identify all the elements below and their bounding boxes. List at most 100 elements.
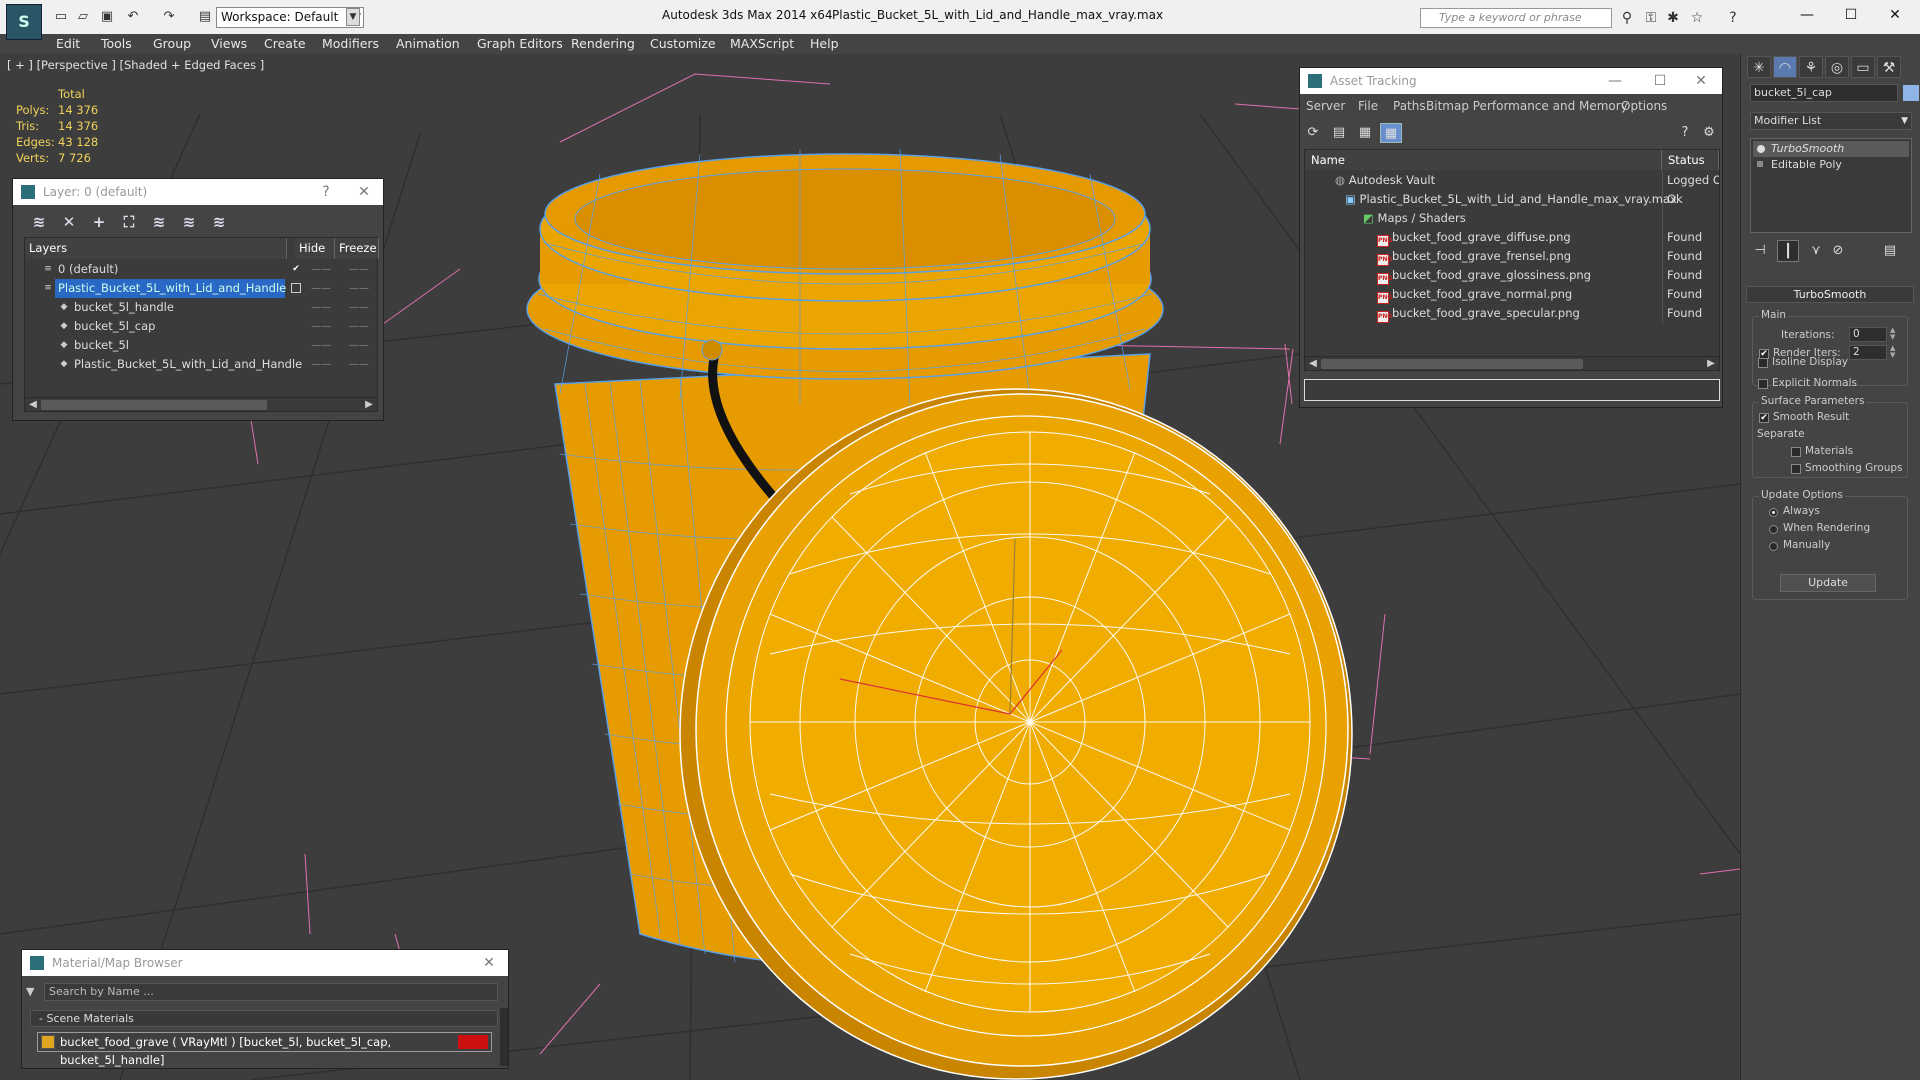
communication-icon[interactable]: ✱ [1664, 9, 1682, 27]
redo-icon[interactable]: ↷ [160, 8, 178, 26]
close-icon[interactable]: ✕ [474, 952, 504, 974]
open-file-icon[interactable]: ▱ [74, 8, 92, 26]
search-input[interactable]: Type a keyword or phrase [1420, 8, 1612, 28]
menu-rendering[interactable]: Rendering [571, 36, 635, 51]
menu-help[interactable]: Help [810, 36, 839, 51]
layer-horizontal-scrollbar[interactable]: ◀ ▶ [25, 397, 377, 411]
scroll-thumb[interactable] [1321, 359, 1583, 369]
asset-path-field[interactable] [1304, 379, 1720, 401]
asset-row[interactable]: ▣ Plastic_Bucket_5L_with_Lid_and_Handle_… [1305, 190, 1719, 209]
asset-row[interactable]: ◩ Maps / Shaders [1305, 209, 1719, 228]
materials-checkbox[interactable] [1791, 447, 1801, 457]
menu-group[interactable]: Group [153, 36, 191, 51]
layer-row[interactable]: ◆ Plastic_Bucket_5L_with_Lid_and_Handle … [25, 355, 377, 374]
modifier-list-dropdown[interactable]: Modifier List ▼ [1750, 112, 1912, 130]
settings-icon[interactable]: ⚙ [1698, 123, 1720, 143]
menu-bitmap-performance[interactable]: Bitmap Performance and Memory [1426, 99, 1628, 113]
stack-item-editable-poly[interactable]: Editable Poly [1753, 157, 1909, 173]
table-view-icon[interactable]: ▦ [1354, 123, 1376, 143]
freeze-toggle[interactable]: —— [349, 298, 369, 317]
close-icon[interactable]: ✕ [1686, 70, 1716, 92]
material-browser-titlebar[interactable]: Material/Map Browser ✕ [22, 950, 508, 976]
hide-toggle[interactable]: —— [311, 355, 331, 374]
binoculars-icon[interactable]: ⚲ [1618, 9, 1636, 27]
hide-toggle[interactable]: —— [311, 317, 331, 336]
layer-row[interactable]: ≡ 0 (default) ✔ —— —— [25, 260, 377, 279]
help-icon[interactable]: ? [1724, 9, 1742, 27]
col-status[interactable]: Status [1662, 150, 1719, 170]
modify-tab-icon[interactable]: ◠ [1773, 56, 1797, 78]
material-item[interactable]: bucket_food_grave ( VRayMtl ) [bucket_5l… [37, 1032, 492, 1067]
col-layers[interactable]: Layers [25, 238, 287, 259]
scroll-left-icon[interactable]: ◀ [27, 398, 39, 412]
show-end-result-icon[interactable]: ┃ [1777, 240, 1799, 262]
layer-stack-icon[interactable]: ≋ [27, 212, 51, 232]
asset-horizontal-scrollbar[interactable]: ◀ ▶ [1305, 356, 1719, 370]
asset-row[interactable]: PNGbucket_food_grave_normal.png Found [1305, 285, 1719, 304]
subscription-icon[interactable]: ⚿ [1642, 9, 1660, 27]
col-freeze[interactable]: Freeze [335, 238, 379, 259]
freeze-all-layers-icon[interactable]: ≋ [207, 212, 231, 232]
search-options-icon[interactable]: ▼ [26, 985, 34, 998]
workspace-dropdown[interactable]: Workspace: Default ▼ [216, 7, 364, 28]
hide-toggle[interactable]: —— [311, 336, 331, 355]
display-tab-icon[interactable]: ▭ [1851, 56, 1875, 78]
menu-animation[interactable]: Animation [396, 36, 460, 51]
delete-layer-icon[interactable]: ✕ [57, 212, 81, 232]
explicit-normals-checkbox[interactable] [1758, 379, 1768, 389]
hierarchy-tab-icon[interactable]: ⚘ [1799, 56, 1823, 78]
lightbulb-icon[interactable] [1757, 145, 1765, 153]
motion-tab-icon[interactable]: ◎ [1825, 56, 1849, 78]
layer-row[interactable]: ◆ bucket_5l_cap —— —— [25, 317, 377, 336]
when-rendering-radio[interactable] [1769, 525, 1778, 534]
scene-materials-group[interactable]: - Scene Materials [30, 1010, 498, 1027]
manually-radio[interactable] [1769, 542, 1778, 551]
refresh-icon[interactable]: ⟳ [1302, 123, 1324, 143]
favorites-star-icon[interactable]: ☆ [1688, 9, 1706, 27]
layer-row[interactable]: ≡ Plastic_Bucket_5L_with_Lid_and_Handle … [25, 279, 377, 298]
help-icon[interactable]: ? [1674, 123, 1696, 143]
menu-edit[interactable]: Edit [56, 36, 80, 51]
menu-graph-editors[interactable]: Graph Editors [477, 36, 563, 51]
app-logo-icon[interactable]: S [6, 4, 42, 40]
scroll-left-icon[interactable]: ◀ [1307, 357, 1319, 371]
select-in-layer-icon[interactable]: ⛶ [117, 212, 141, 232]
current-layer-checkbox[interactable] [291, 283, 301, 293]
asset-dialog-titlebar[interactable]: Asset Tracking — ☐ ✕ [1300, 68, 1722, 94]
close-icon[interactable]: ✕ [349, 181, 379, 203]
layer-row[interactable]: ◆ bucket_5l_handle —— —— [25, 298, 377, 317]
material-scrollbar[interactable] [500, 1008, 508, 1066]
maximize-icon[interactable]: ☐ [1836, 4, 1866, 26]
configure-sets-icon[interactable]: ▤ [1879, 240, 1901, 262]
asset-row[interactable]: PNGbucket_food_grave_glossiness.png Foun… [1305, 266, 1719, 285]
freeze-toggle[interactable]: —— [349, 260, 369, 279]
scroll-right-icon[interactable]: ▶ [363, 398, 375, 412]
layer-row[interactable]: ◆ bucket_5l —— —— [25, 336, 377, 355]
col-hide[interactable]: Hide [295, 238, 335, 259]
freeze-toggle[interactable]: —— [349, 279, 369, 298]
menu-tools[interactable]: Tools [101, 36, 132, 51]
material-search-input[interactable]: Search by Name ... [44, 983, 498, 1001]
highlight-layer-icon[interactable]: ≋ [147, 212, 171, 232]
menu-create[interactable]: Create [264, 36, 306, 51]
help-icon[interactable]: ? [311, 181, 341, 203]
menu-modifiers[interactable]: Modifiers [322, 36, 379, 51]
freeze-toggle[interactable]: —— [349, 317, 369, 336]
menu-file[interactable]: File [1358, 99, 1378, 113]
minimize-icon[interactable]: — [1600, 70, 1630, 92]
list-view-icon[interactable]: ▤ [1328, 123, 1350, 143]
viewport-label[interactable]: [ + ] [Perspective ] [Shaded + Edged Fac… [7, 58, 264, 72]
smooth-result-checkbox[interactable]: ✔ [1759, 413, 1769, 423]
hide-all-layers-icon[interactable]: ≋ [177, 212, 201, 232]
isoline-checkbox[interactable] [1758, 358, 1768, 368]
object-name-field[interactable]: bucket_5l_cap [1750, 84, 1898, 102]
spinner-arrows-icon[interactable]: ▲ ▼ [1890, 345, 1898, 360]
undo-icon[interactable]: ↶ [124, 8, 142, 26]
minimize-icon[interactable]: — [1792, 4, 1822, 26]
asset-row[interactable]: PNGbucket_food_grave_diffuse.png Found [1305, 228, 1719, 247]
make-unique-icon[interactable]: ⋎ [1805, 240, 1827, 262]
project-folder-icon[interactable]: ▤ [196, 8, 214, 26]
menu-maxscript[interactable]: MAXScript [730, 36, 794, 51]
layer-dialog-titlebar[interactable]: Layer: 0 (default) ? ✕ [13, 179, 383, 205]
rollout-header[interactable]: TurboSmooth [1746, 286, 1914, 303]
